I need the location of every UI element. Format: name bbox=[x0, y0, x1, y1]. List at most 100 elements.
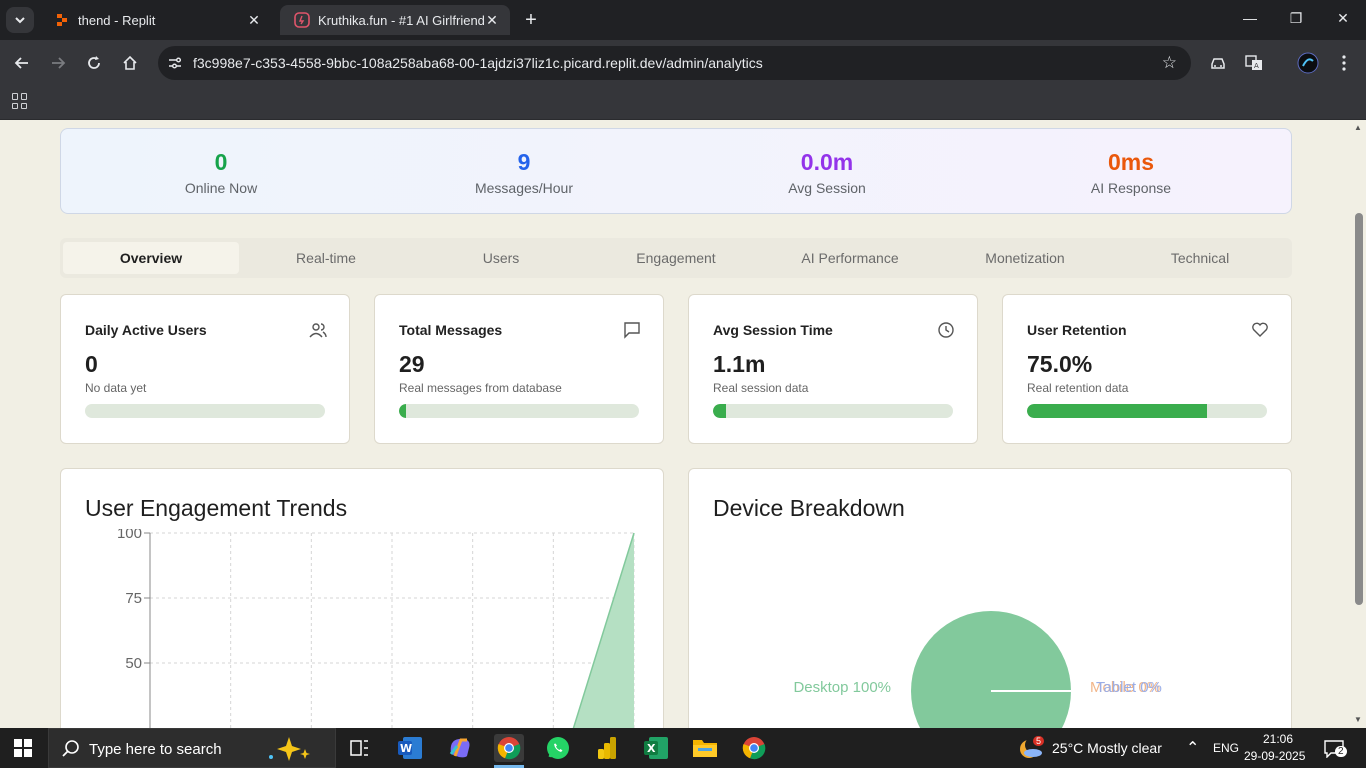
tab-users[interactable]: Users bbox=[413, 242, 589, 274]
stat-label: Online Now bbox=[184, 180, 258, 196]
chrome-profile-app-icon[interactable] bbox=[739, 734, 769, 762]
progress-fill bbox=[713, 404, 727, 418]
site-settings-icon[interactable] bbox=[166, 54, 184, 72]
browser-menu-icon[interactable] bbox=[1333, 52, 1355, 74]
progress-fill bbox=[1027, 404, 1207, 418]
weather-text[interactable]: 25°C Mostly clear bbox=[1052, 740, 1162, 756]
whatsapp-app-icon[interactable] bbox=[543, 734, 573, 762]
back-arrow-icon bbox=[14, 57, 28, 69]
scrollbar-thumb[interactable] bbox=[1355, 213, 1363, 605]
analytics-page: 0 Online Now 9 Messages/Hour 0.0m Avg Se… bbox=[0, 121, 1352, 728]
metric-subtitle: Real session data bbox=[713, 381, 809, 395]
stat-ai-response: 0ms AI Response bbox=[1031, 149, 1231, 196]
chevron-down-icon bbox=[15, 17, 25, 24]
close-tab-icon[interactable]: ✕ bbox=[246, 12, 262, 29]
y-tick-label: 100 bbox=[117, 529, 142, 542]
tab-engagement[interactable]: Engagement bbox=[588, 242, 764, 274]
clock-icon bbox=[938, 322, 954, 338]
stat-value: 0 bbox=[214, 149, 228, 175]
clock-date[interactable]: 29-09-2025 bbox=[1244, 749, 1305, 763]
tab-monetization[interactable]: Monetization bbox=[937, 242, 1113, 274]
kruthika-favicon-icon bbox=[294, 12, 310, 28]
metric-progress-bar bbox=[1027, 404, 1267, 418]
scroll-up-arrow-icon[interactable]: ▲ bbox=[1354, 123, 1362, 132]
close-tab-icon[interactable]: ✕ bbox=[484, 12, 500, 29]
metric-subtitle: Real messages from database bbox=[399, 381, 562, 395]
browser-toolbar: f3c998e7-c353-4558-9bbc-108a258aba68-00-… bbox=[0, 40, 1366, 86]
tab-title: Kruthika.fun - #1 AI Girlfriend C bbox=[318, 12, 484, 28]
browser-tab-replit[interactable]: thend - Replit ✕ bbox=[40, 5, 272, 35]
metric-card-daily-active-users: Daily Active Users 0 No data yet bbox=[60, 294, 350, 444]
file-explorer-app-icon[interactable] bbox=[690, 734, 720, 762]
windows-start-icon[interactable] bbox=[14, 739, 32, 757]
stat-label: Avg Session bbox=[788, 180, 866, 196]
pie-label: Tablet 0% bbox=[1096, 679, 1162, 696]
metric-value: 0 bbox=[85, 351, 98, 377]
svg-text:W: W bbox=[400, 742, 412, 755]
stat-label: AI Response bbox=[1090, 180, 1172, 196]
language-indicator[interactable]: ENG bbox=[1213, 741, 1239, 755]
chrome-app-icon[interactable] bbox=[494, 734, 524, 762]
windows-taskbar: Type here to search W X 5 25°C Mostly cl… bbox=[0, 728, 1366, 768]
home-button[interactable] bbox=[119, 52, 141, 74]
heart-icon bbox=[1252, 322, 1268, 337]
apps-grid-icon[interactable] bbox=[12, 93, 28, 109]
profile-avatar-icon[interactable] bbox=[1297, 52, 1319, 74]
engagement-title: User Engagement Trends bbox=[85, 495, 348, 521]
message-icon bbox=[624, 322, 640, 339]
bookmark-star-icon[interactable]: ☆ bbox=[1162, 53, 1177, 73]
browser-tab-kruthika[interactable]: Kruthika.fun - #1 AI Girlfriend C ✕ bbox=[280, 5, 510, 35]
metric-progress-bar bbox=[85, 404, 325, 418]
stat-label: Messages/Hour bbox=[474, 180, 574, 196]
browser-tab-strip: thend - Replit ✕ Kruthika.fun - #1 AI Gi… bbox=[0, 0, 1366, 40]
stat-avg-session: 0.0m Avg Session bbox=[727, 149, 927, 196]
excel-app-icon[interactable]: X bbox=[641, 734, 671, 762]
tab-overview[interactable]: Overview bbox=[63, 242, 239, 274]
users-icon bbox=[309, 323, 327, 338]
forward-button[interactable] bbox=[47, 52, 69, 74]
stat-value: 0ms bbox=[1107, 149, 1155, 175]
tab-ai-performance[interactable]: AI Performance bbox=[762, 242, 938, 274]
scroll-down-arrow-icon[interactable]: ▼ bbox=[1354, 715, 1362, 724]
address-bar[interactable]: f3c998e7-c353-4558-9bbc-108a258aba68-00-… bbox=[158, 46, 1191, 80]
tab-technical[interactable]: Technical bbox=[1112, 242, 1288, 274]
copilot-app-icon[interactable] bbox=[445, 734, 475, 762]
clock-time[interactable]: 21:06 bbox=[1263, 732, 1293, 746]
power-bi-app-icon[interactable] bbox=[592, 734, 622, 762]
tab-search-button[interactable] bbox=[6, 7, 34, 33]
reload-icon bbox=[88, 56, 100, 69]
search-icon bbox=[62, 740, 79, 757]
metric-card-total-messages: Total Messages 29 Real messages from dat… bbox=[374, 294, 664, 444]
back-button[interactable] bbox=[11, 52, 33, 74]
metric-title: Daily Active Users bbox=[85, 322, 207, 338]
metric-title: Avg Session Time bbox=[713, 322, 833, 338]
pie-slice bbox=[911, 611, 1071, 728]
weather-badge: 5 bbox=[1033, 736, 1045, 746]
notification-count: 2 bbox=[1335, 746, 1347, 757]
close-window-icon[interactable]: ✕ bbox=[1333, 10, 1353, 27]
word-app-icon[interactable]: W bbox=[395, 734, 425, 762]
stat-value: 9 bbox=[517, 149, 531, 175]
analytics-tabs: Overview Real-time Users Engagement AI P… bbox=[60, 238, 1292, 278]
realtime-stats-banner: 0 Online Now 9 Messages/Hour 0.0m Avg Se… bbox=[60, 128, 1292, 214]
stat-messages-hour: 9 Messages/Hour bbox=[424, 149, 624, 196]
engagement-area-chart: 50 75 100 bbox=[117, 529, 635, 728]
progress-fill bbox=[399, 404, 406, 418]
metric-card-user-retention: User Retention 75.0% Real retention data bbox=[1002, 294, 1292, 444]
y-tick-label: 50 bbox=[125, 655, 142, 672]
translate-icon[interactable]: A bbox=[1243, 52, 1265, 74]
new-tab-button[interactable]: + bbox=[520, 9, 542, 32]
taskbar-search-box[interactable]: Type here to search bbox=[48, 728, 336, 768]
task-view-icon[interactable] bbox=[345, 734, 375, 762]
page-scrollbar[interactable]: ▲ ▼ bbox=[1352, 121, 1366, 728]
extension-car-icon[interactable] bbox=[1207, 52, 1229, 74]
minimize-icon[interactable]: — bbox=[1240, 10, 1260, 26]
metric-title: Total Messages bbox=[399, 322, 503, 338]
reload-button[interactable] bbox=[83, 52, 105, 74]
restore-icon[interactable]: ❐ bbox=[1286, 10, 1306, 27]
tab-real-time[interactable]: Real-time bbox=[238, 242, 414, 274]
tab-title: thend - Replit bbox=[78, 12, 156, 28]
chevron-up-icon[interactable]: ⌃ bbox=[1186, 738, 1199, 758]
copilot-sparkle-icon bbox=[269, 737, 310, 761]
search-placeholder: Type here to search bbox=[89, 741, 222, 758]
